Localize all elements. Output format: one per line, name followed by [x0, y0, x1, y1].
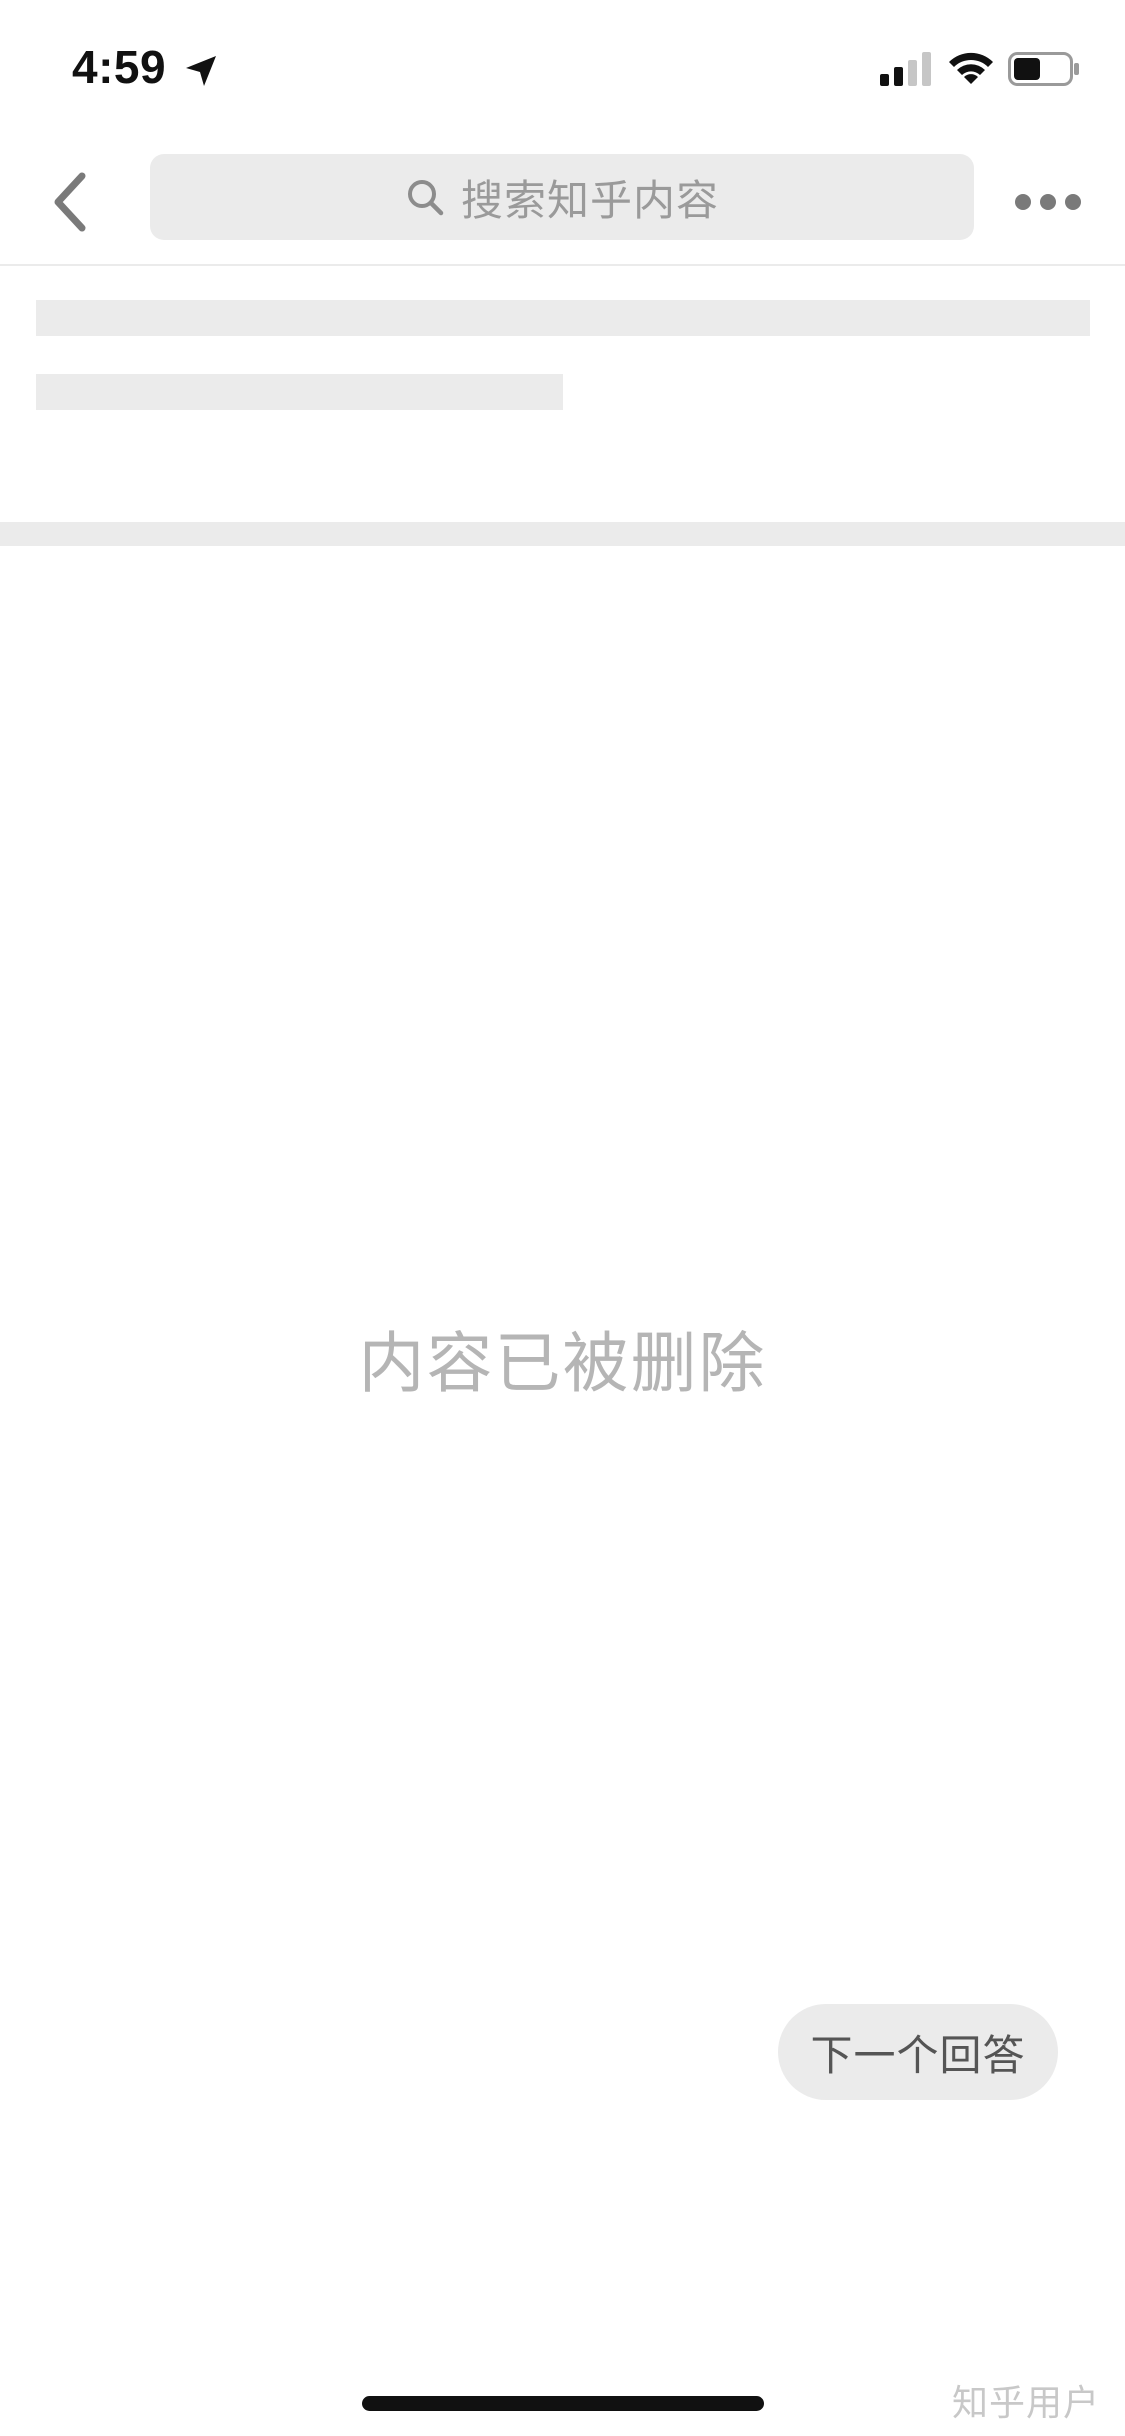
back-button[interactable] — [30, 158, 110, 246]
question-header-placeholder — [0, 266, 1125, 522]
more-button[interactable] — [1000, 158, 1096, 246]
battery-icon — [1008, 52, 1080, 86]
skeleton-line — [36, 300, 1090, 336]
next-answer-label: 下一个回答 — [810, 2030, 1026, 2080]
wifi-icon — [946, 48, 996, 88]
section-divider — [0, 522, 1125, 546]
chevron-left-icon — [54, 172, 86, 232]
search-placeholder: 搜索知乎内容 — [460, 175, 719, 225]
search-icon — [407, 180, 444, 216]
search-input[interactable]: 搜索知乎内容 — [150, 154, 974, 240]
nav-bar: 搜索知乎内容 — [0, 140, 1125, 266]
deleted-content-message: 内容已被删除 — [358, 1325, 767, 1402]
signal-icon — [880, 52, 932, 86]
status-time: 4:59 — [72, 41, 167, 93]
status-bar: 4:59 — [0, 0, 1125, 140]
next-answer-button[interactable]: 下一个回答 — [778, 2004, 1058, 2100]
skeleton-line — [36, 374, 563, 410]
home-indicator[interactable] — [362, 2396, 764, 2411]
more-horizontal-icon — [1015, 194, 1081, 210]
watermark: 知乎用户 — [952, 2383, 1101, 2424]
location-arrow-icon — [182, 52, 220, 90]
